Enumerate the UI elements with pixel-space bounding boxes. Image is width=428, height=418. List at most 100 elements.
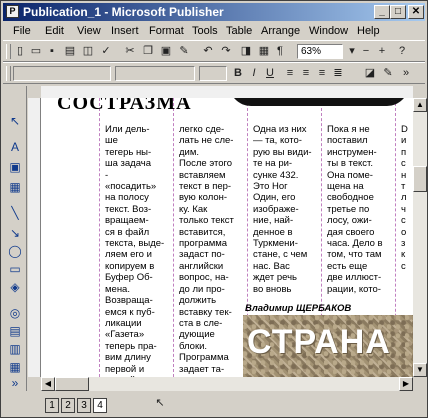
toolbar-grip[interactable] (6, 66, 11, 81)
author-byline: Владимир ЩЕРБАКОВ (245, 303, 352, 314)
vertical-scroll-thumb[interactable] (413, 166, 427, 192)
menu-help[interactable]: Help (357, 25, 380, 37)
oval-tool-icon[interactable]: ◯ (7, 244, 23, 259)
style-combo[interactable] (13, 66, 111, 81)
page-4-button[interactable]: 4 (93, 398, 107, 413)
table-icon[interactable]: ▦ (257, 45, 271, 58)
toolbar-grip[interactable] (6, 44, 11, 59)
align-center-icon[interactable]: ≡ (299, 67, 313, 80)
hot-spot-icon[interactable]: ◎ (7, 306, 23, 321)
more-buttons-icon[interactable]: » (399, 67, 413, 80)
underline-icon[interactable]: U (263, 67, 277, 80)
copy-icon[interactable]: ❐ (141, 45, 155, 58)
vertical-scrollbar[interactable]: ▲ ▼ (413, 98, 427, 377)
menu-insert[interactable]: Insert (111, 25, 139, 37)
justify-icon[interactable]: ≣ (331, 67, 345, 80)
zoom-combo[interactable]: 63% (297, 44, 343, 59)
heading-graphic (229, 98, 409, 106)
formatting-toolbar: B I U ≡ ≡ ≡ ≣ ◪ ✎ » (3, 62, 425, 84)
italic-icon[interactable]: I (247, 67, 261, 80)
minimize-button[interactable]: _ (374, 5, 390, 19)
open-icon[interactable]: ▭ (29, 45, 43, 58)
text-column-4[interactable]: Пока я не поставил инструмен- ты в текст… (327, 124, 393, 294)
page-2-button[interactable]: 2 (61, 398, 75, 413)
spelling-icon[interactable]: ✓ (99, 45, 113, 58)
undo-icon[interactable]: ↶ (201, 45, 215, 58)
mouse-pointer-icon: ↖ (155, 397, 165, 409)
more-tools-icon[interactable]: » (7, 376, 23, 391)
photo-caption: СТРАНА (247, 323, 391, 361)
cut-icon[interactable]: ✂ (123, 45, 137, 58)
paragraph-icon[interactable]: ¶ (273, 45, 287, 58)
font-combo[interactable] (115, 66, 195, 81)
rectangle-tool-icon[interactable]: ▭ (7, 262, 23, 277)
menu-tools[interactable]: Tools (192, 25, 218, 37)
bring-front-icon[interactable]: ◨ (239, 45, 253, 58)
menu-bar: File Edit View Insert Format Tools Table… (3, 22, 425, 40)
pointer-icon[interactable]: ↖ (7, 114, 23, 129)
scroll-up-button[interactable]: ▲ (413, 98, 427, 112)
vertical-ruler[interactable] (28, 98, 41, 377)
picture-frame-icon[interactable]: ▣ (7, 160, 23, 175)
maximize-button[interactable]: □ (390, 5, 406, 19)
print-preview-icon[interactable]: ◫ (81, 45, 95, 58)
status-bar: 1 2 3 4 ↖ (3, 393, 425, 415)
page-3-button[interactable]: 3 (77, 398, 91, 413)
scroll-left-button[interactable]: ◀ (41, 377, 55, 391)
menu-arrange[interactable]: Arrange (261, 25, 300, 37)
bold-icon[interactable]: B (231, 67, 245, 80)
menu-window[interactable]: Window (309, 25, 348, 37)
close-button[interactable]: ✕ (408, 5, 424, 19)
menu-format[interactable]: Format (149, 25, 184, 37)
ruler-corner[interactable] (28, 86, 41, 98)
redo-icon[interactable]: ↷ (219, 45, 233, 58)
align-right-icon[interactable]: ≡ (315, 67, 329, 80)
heading-text: СОСТРАЗМА (57, 98, 192, 114)
autoshapes-icon[interactable]: ◈ (7, 280, 23, 295)
text-box-icon[interactable]: A (7, 140, 23, 155)
help-icon[interactable]: ? (395, 45, 409, 58)
objects-toolbar: ↖ A ▣ ▦ ╲ ↘ ◯ ▭ ◈ ◎ ▤ ▥ ▦ » (3, 86, 27, 391)
html-fragment-icon[interactable]: ▥ (7, 342, 23, 357)
table-frame-icon[interactable]: ▦ (7, 180, 23, 195)
horizontal-scroll-thumb[interactable] (55, 377, 89, 391)
arrow-tool-icon[interactable]: ↘ (7, 226, 23, 241)
scroll-right-button[interactable]: ▶ (399, 377, 413, 391)
fill-color-icon[interactable]: ◪ (363, 67, 377, 80)
font-size-combo[interactable] (199, 66, 227, 81)
scroll-down-button[interactable]: ▼ (413, 363, 427, 377)
article-heading: СОСТРАЗМА (41, 98, 413, 116)
text-column-2[interactable]: легко сде- лать не сле- дим. После этого… (179, 124, 245, 377)
zoom-dropdown-icon[interactable]: ▾ (345, 45, 359, 58)
line-tool-icon[interactable]: ╲ (7, 206, 23, 221)
menu-file[interactable]: File (13, 25, 31, 37)
publisher-window: P Publication_1 - Microsoft Publisher _ … (0, 0, 428, 418)
align-left-icon[interactable]: ≡ (283, 67, 297, 80)
format-painter-icon[interactable]: ✎ (177, 45, 191, 58)
text-column-1[interactable]: Или дель- ше тегерь ны- ша задача - «пос… (105, 124, 171, 377)
print-icon[interactable]: ▤ (63, 45, 77, 58)
save-icon[interactable]: ▪ (45, 45, 59, 58)
title-bar: P Publication_1 - Microsoft Publisher _ … (3, 3, 425, 21)
text-column-3[interactable]: Одна из них — та, кото- рую вы види- те … (253, 124, 319, 294)
publication-canvas[interactable]: СОСТРАЗМА Или дель- ше тегерь ны- ша зад… (41, 98, 413, 377)
menu-edit[interactable]: Edit (45, 25, 64, 37)
column-guide (173, 98, 174, 377)
publisher-icon[interactable]: P (6, 5, 19, 18)
form-control-icon[interactable]: ▤ (7, 324, 23, 339)
column-guide (99, 98, 100, 377)
page-1-button[interactable]: 1 (45, 398, 59, 413)
menu-view[interactable]: View (77, 25, 101, 37)
horizontal-scrollbar[interactable]: ◀ ▶ (41, 377, 413, 391)
new-icon[interactable]: ▯ (13, 45, 27, 58)
stone-photo[interactable]: СТРАНА (243, 315, 413, 377)
paste-icon[interactable]: ▣ (159, 45, 173, 58)
line-color-icon[interactable]: ✎ (381, 67, 395, 80)
zoom-out-icon[interactable]: − (359, 45, 373, 58)
zoom-in-icon[interactable]: + (375, 45, 389, 58)
standard-toolbar: ▯ ▭ ▪ ▤ ◫ ✓ ✂ ❐ ▣ ✎ ↶ ↷ ◨ ▦ ¶ 63% ▾ − + … (3, 40, 425, 62)
text-column-5[interactable]: D и п с н т л ч с о з к с (401, 124, 413, 294)
menu-table[interactable]: Table (226, 25, 252, 37)
design-gallery-icon[interactable]: ▦ (7, 360, 23, 375)
window-title: Publication_1 - Microsoft Publisher (23, 5, 224, 19)
